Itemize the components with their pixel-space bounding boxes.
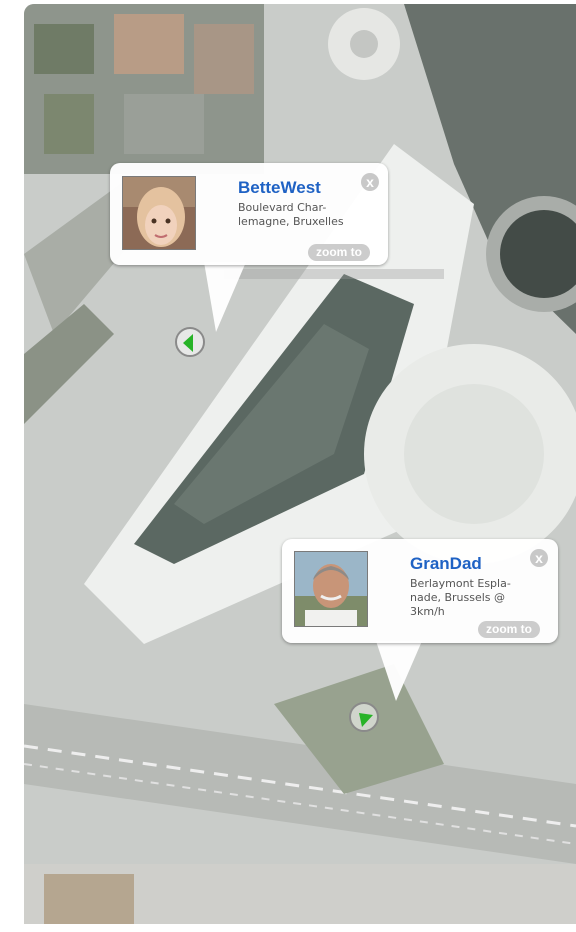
marker-arrow-icon [359,713,373,727]
callout-tail-bettewest [204,262,246,332]
map-frame[interactable]: BetteWest Boulevard Char- lemagne, Bruxe… [24,4,576,924]
callout-bettewest[interactable]: BetteWest Boulevard Char- lemagne, Bruxe… [110,163,388,265]
satellite-map[interactable] [24,4,576,924]
zoom-to-button[interactable]: zoom to [308,244,370,261]
close-button[interactable]: x [530,549,548,567]
man-portrait-icon [295,552,367,626]
location-marker-bettewest[interactable] [175,327,205,357]
avatar-bettewest [122,176,196,250]
callout-grandad[interactable]: GranDad Berlaymont Espla- nade, Brussels… [282,539,558,643]
person-name: GranDad [410,554,482,573]
avatar-grandad [294,551,368,627]
location-marker-grandad[interactable] [349,702,379,732]
marker-arrow-icon [183,334,193,352]
zoom-to-button[interactable]: zoom to [478,621,540,638]
child-portrait-icon [123,177,195,249]
callout-tail-grandad [376,641,422,701]
person-address: Berlaymont Espla- nade, Brussels @ 3km/h [410,577,511,618]
close-button[interactable]: x [361,173,379,191]
person-name: BetteWest [238,178,321,197]
person-address: Boulevard Char- lemagne, Bruxelles [238,201,344,228]
